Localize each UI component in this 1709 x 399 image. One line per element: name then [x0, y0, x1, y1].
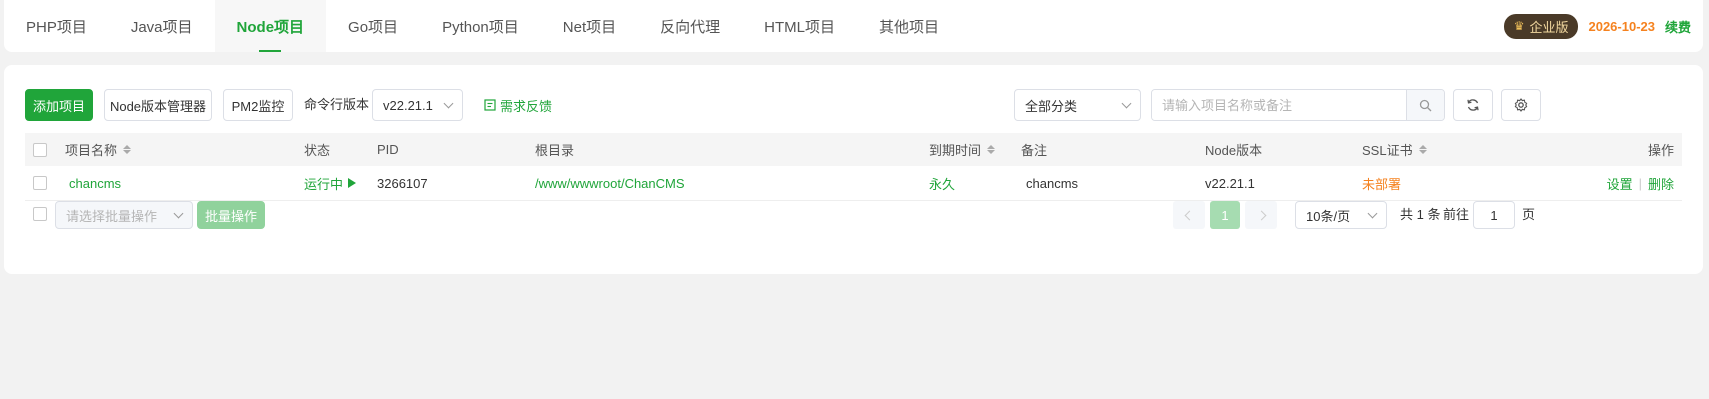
project-tabs: PHP项目 Java项目 Node项目 Go项目 Python项目 Net项目 反向代理 HT… — [4, 0, 961, 52]
play-icon — [348, 178, 357, 188]
total-count: 共 1 条 — [1400, 207, 1441, 222]
refresh-button[interactable] — [1453, 89, 1493, 121]
account-info: ♛ 企业版 2026-10-23 续费 — [1503, 0, 1691, 52]
footer-select-all-checkbox[interactable] — [33, 207, 47, 221]
crown-icon: ♛ — [1513, 19, 1525, 33]
chevron-left-icon — [1184, 210, 1194, 220]
header-ssl[interactable]: SSL证书 — [1362, 133, 1427, 166]
status-label: 运行中 — [304, 176, 344, 192]
sort-icon — [987, 145, 996, 154]
prev-page-button[interactable] — [1173, 201, 1205, 229]
goto-label: 前往 — [1443, 207, 1470, 222]
header-actions: 操作 — [1647, 143, 1674, 158]
header-node-version: Node版本 — [1205, 143, 1263, 158]
page-unit-label: 页 — [1522, 207, 1536, 222]
cli-version-value: v22.21.1 — [383, 97, 433, 113]
category-select[interactable]: 全部分类 — [1014, 89, 1141, 121]
batch-action-button[interactable]: 批量操作 — [197, 201, 265, 229]
current-page-button[interactable]: 1 — [1210, 201, 1240, 229]
add-project-button[interactable]: 添加项目 — [25, 89, 93, 121]
sort-icon — [123, 145, 132, 154]
pid-value: 3266107 — [377, 175, 428, 191]
tab-5[interactable]: Net项目 — [541, 0, 638, 52]
header-remark: 备注 — [1021, 143, 1048, 158]
header-ssl-label: SSL证书 — [1362, 143, 1413, 158]
edition-label: 企业版 — [1529, 19, 1569, 35]
chevron-down-icon — [1367, 208, 1378, 218]
page-size-select[interactable]: 10条/页 — [1295, 201, 1387, 229]
header-expire-label: 到期时间 — [929, 143, 982, 158]
chevron-right-icon — [1256, 210, 1266, 220]
tab-0[interactable]: PHP项目 — [4, 0, 109, 52]
project-panel: 添加项目 Node版本管理器 PM2监控 命令行版本 v22.21.1 需求反馈… — [4, 65, 1703, 274]
action-divider: | — [1638, 175, 1642, 191]
sort-icon — [1418, 145, 1427, 154]
gear-icon — [1514, 98, 1528, 112]
search-icon — [1419, 99, 1432, 111]
table-header: 项目名称 状态 PID 根目录 到期时间 备注 Node版本 SSL证书 操作 — [25, 133, 1682, 166]
refresh-icon — [1467, 99, 1479, 111]
header-pid: PID — [377, 142, 399, 157]
cli-version-select[interactable]: v22.21.1 — [372, 89, 463, 121]
project-type-bar: PHP项目 Java项目 Node项目 Go项目 Python项目 Net项目 反向代理 HT… — [4, 0, 1703, 52]
pm2-monitor-button[interactable]: PM2监控 — [223, 89, 293, 121]
row-actions: 设置 | 删除 — [1607, 166, 1674, 200]
search-button[interactable] — [1406, 90, 1444, 120]
row-checkbox[interactable] — [33, 176, 47, 190]
toolbar: 添加项目 Node版本管理器 PM2监控 命令行版本 v22.21.1 需求反馈… — [4, 65, 1703, 125]
delete-link[interactable]: 删除 — [1648, 174, 1674, 193]
select-all-cell — [33, 133, 47, 166]
remark-value[interactable]: chancms — [1026, 166, 1078, 200]
category-value: 全部分类 — [1025, 98, 1078, 114]
renew-link[interactable]: 续费 — [1665, 17, 1691, 36]
tab-3[interactable]: Go项目 — [326, 0, 420, 52]
header-status: 状态 — [304, 143, 331, 158]
node-version-manager-button[interactable]: Node版本管理器 — [104, 89, 212, 121]
expire-value[interactable]: 永久 — [929, 166, 955, 200]
status-toggle[interactable]: 运行中 — [304, 166, 357, 200]
settings-link[interactable]: 设置 — [1607, 174, 1633, 193]
edition-badge[interactable]: ♛ 企业版 — [1503, 13, 1579, 39]
chevron-down-icon — [173, 208, 184, 218]
tab-2[interactable]: Node项目 — [214, 0, 327, 52]
batch-action-select[interactable]: 请选择批量操作 — [55, 201, 193, 229]
chevron-down-icon — [443, 98, 454, 108]
tab-8[interactable]: 其他项目 — [857, 0, 961, 52]
tab-7[interactable]: HTML项目 — [742, 0, 857, 52]
tab-4[interactable]: Python项目 — [420, 0, 541, 52]
root-path-link[interactable]: /www/wwwroot/ChanCMS — [535, 166, 685, 200]
row-select-cell — [33, 166, 47, 200]
ssl-status-link[interactable]: 未部署 — [1362, 166, 1401, 200]
cli-version-label: 命令行版本 — [304, 97, 370, 112]
table-row: chancms 运行中 3266107 /www/wwwroot/ChanCMS… — [25, 166, 1682, 201]
feedback-link[interactable]: 需求反馈 — [484, 89, 552, 121]
header-expire[interactable]: 到期时间 — [929, 133, 996, 166]
next-page-button[interactable] — [1245, 201, 1277, 229]
expire-date: 2026-10-23 — [1588, 18, 1655, 34]
header-name[interactable]: 项目名称 — [65, 133, 132, 166]
search-input[interactable] — [1152, 90, 1406, 120]
chevron-down-icon — [1121, 98, 1132, 108]
node-version-value: v22.21.1 — [1205, 175, 1255, 191]
settings-button[interactable] — [1501, 89, 1541, 121]
header-root: 根目录 — [535, 143, 575, 158]
tab-1[interactable]: Java项目 — [109, 0, 215, 52]
feedback-label: 需求反馈 — [500, 98, 553, 114]
tab-6[interactable]: 反向代理 — [638, 0, 742, 52]
header-name-label: 项目名称 — [65, 143, 118, 158]
batch-action-placeholder: 请选择批量操作 — [66, 208, 158, 224]
goto-page-input[interactable] — [1473, 201, 1515, 229]
page-size-value: 10条/页 — [1306, 208, 1351, 224]
feedback-icon — [484, 99, 496, 111]
select-all-checkbox[interactable] — [33, 142, 47, 157]
search-box — [1151, 89, 1445, 121]
project-name-link[interactable]: chancms — [69, 166, 121, 200]
